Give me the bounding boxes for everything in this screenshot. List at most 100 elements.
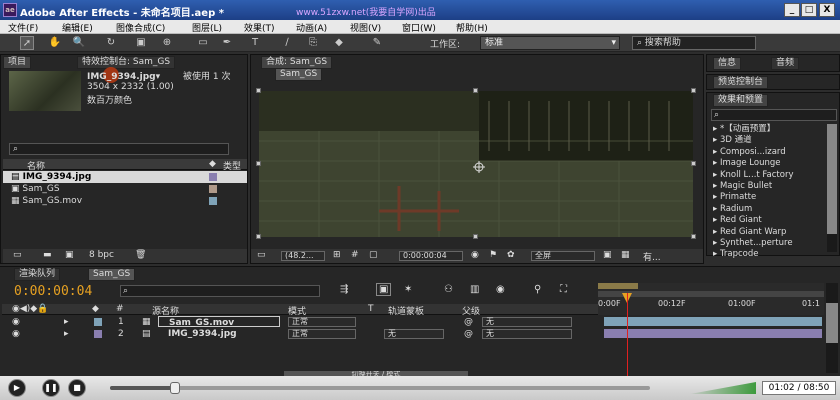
- current-time-indicator[interactable]: [627, 293, 628, 377]
- track-matte-select[interactable]: 无: [384, 329, 444, 339]
- tab-timeline-comp[interactable]: Sam_GS: [88, 268, 136, 281]
- preview-icon[interactable]: ▭: [257, 250, 266, 260]
- composition-viewer[interactable]: [259, 91, 693, 237]
- scrollbar-thumb[interactable]: [827, 124, 837, 234]
- layer-name[interactable]: Sam_GS.mov: [158, 316, 280, 328]
- mask-icon[interactable]: ▢: [369, 250, 378, 260]
- close-button[interactable]: X: [819, 3, 835, 17]
- resolution-select[interactable]: 全屏: [531, 251, 595, 261]
- time-ruler[interactable]: 0:00F 00:12F 01:00F 01:1: [598, 283, 824, 315]
- pause-button[interactable]: ❚❚: [42, 379, 60, 397]
- grid-icon[interactable]: #: [351, 250, 359, 260]
- current-time[interactable]: 0:00:00:04: [399, 251, 463, 261]
- label-swatch[interactable]: [94, 318, 102, 326]
- transform-handle[interactable]: [691, 234, 696, 239]
- tab-effect-controls[interactable]: 特效控制台: Sam_GS: [77, 56, 176, 69]
- effects-category[interactable]: ▸ Synthet...perture: [713, 238, 825, 249]
- transparency-grid-icon[interactable]: ▦: [621, 250, 630, 260]
- graph-editor-icon[interactable]: ⛶: [560, 284, 567, 295]
- transform-handle[interactable]: [473, 88, 478, 93]
- hide-shy-icon[interactable]: ⚇: [444, 284, 453, 295]
- menu-layer[interactable]: 图层(L): [192, 21, 222, 34]
- project-row-mov[interactable]: ▦ Sam_GS.mov: [3, 195, 247, 207]
- safe-zones-icon[interactable]: ⊞: [333, 250, 341, 260]
- menu-view[interactable]: 视图(V): [350, 21, 381, 34]
- interpret-footage-icon[interactable]: ▭: [13, 250, 22, 260]
- timeline-layer-row[interactable]: ◉ ▸ 1 ▦ Sam_GS.mov 正常 @ 无: [2, 316, 600, 328]
- zoom-select[interactable]: (48.2...: [281, 251, 325, 261]
- menu-animation[interactable]: 动画(A): [296, 21, 327, 34]
- effects-category[interactable]: ▸ 3D 通道: [713, 135, 825, 146]
- transform-handle[interactable]: [256, 161, 261, 166]
- timeline-search-input[interactable]: ⌕: [120, 285, 320, 297]
- pen-tool-icon[interactable]: ✒: [220, 36, 234, 50]
- hand-tool-icon[interactable]: ✋: [48, 36, 62, 50]
- pan-behind-tool-icon[interactable]: ⊕: [160, 36, 174, 50]
- seek-track[interactable]: [110, 382, 650, 394]
- transform-handle[interactable]: [691, 161, 696, 166]
- rotate-tool-icon[interactable]: ↻: [104, 36, 118, 50]
- menu-composition[interactable]: 图像合成(C): [116, 21, 165, 34]
- timeline-timecode[interactable]: 0:00:00:04: [14, 284, 92, 299]
- mode-select[interactable]: 正常: [288, 329, 356, 339]
- new-folder-icon[interactable]: ▬: [43, 250, 52, 260]
- search-help-input[interactable]: ⌕ 搜索帮助: [632, 36, 756, 50]
- tab-render-queue[interactable]: 渲染队列: [14, 268, 61, 281]
- text-tool-icon[interactable]: T: [248, 36, 262, 50]
- eraser-tool-icon[interactable]: ◆: [332, 36, 346, 50]
- frame-blending-icon[interactable]: ▥: [470, 284, 479, 295]
- effects-category[interactable]: ▸ Radium: [713, 204, 825, 215]
- project-row-comp[interactable]: ▣ Sam_GS: [3, 183, 247, 195]
- puppet-tool-icon[interactable]: ✎: [370, 36, 384, 50]
- clone-tool-icon[interactable]: ⎘: [306, 36, 320, 50]
- parent-pickwhip-icon[interactable]: @: [464, 328, 473, 340]
- region-icon[interactable]: ▣: [603, 250, 612, 260]
- tab-effects-presets[interactable]: 效果和预置: [713, 94, 769, 107]
- effects-category[interactable]: ▸ Knoll L...t Factory: [713, 170, 825, 181]
- label-swatch[interactable]: [94, 330, 102, 338]
- parent-pickwhip-icon[interactable]: @: [464, 316, 473, 328]
- effects-category[interactable]: ▸ Primatte: [713, 192, 825, 203]
- menu-effect[interactable]: 效果(T): [244, 21, 275, 34]
- maximize-button[interactable]: □: [801, 3, 817, 17]
- menu-file[interactable]: 文件(F): [8, 21, 38, 34]
- layer-name[interactable]: IMG_9394.jpg: [168, 328, 237, 340]
- project-row-img[interactable]: ▤ IMG_9394.jpg: [3, 171, 247, 183]
- trash-icon[interactable]: 🗑: [135, 250, 146, 260]
- channel-icon[interactable]: ✿: [507, 250, 515, 260]
- view-more[interactable]: 有...: [643, 250, 661, 263]
- timeline-layer-row[interactable]: ◉ ▸ 2 ▤ IMG_9394.jpg 正常 无 @ 无: [2, 328, 600, 340]
- minimize-button[interactable]: _: [784, 3, 800, 17]
- comp-mini-flowchart-icon[interactable]: ⇶: [340, 284, 348, 295]
- layer-bar[interactable]: [604, 317, 822, 326]
- volume-slider[interactable]: [690, 382, 756, 394]
- tab-project[interactable]: 项目: [3, 56, 32, 69]
- tab-preview[interactable]: 预览控制台: [713, 76, 769, 89]
- effects-category[interactable]: ▸ Trapcode: [713, 249, 825, 260]
- effects-category[interactable]: ▸ Red Giant: [713, 215, 825, 226]
- effects-search-input[interactable]: ⌕: [711, 109, 837, 121]
- play-button[interactable]: ▶: [8, 379, 26, 397]
- scrollbar-thumb[interactable]: [826, 303, 838, 343]
- tab-audio[interactable]: 音频: [771, 57, 800, 70]
- brainstorm-icon[interactable]: ⚲: [534, 284, 541, 295]
- seek-thumb[interactable]: [169, 382, 180, 394]
- bpc-label[interactable]: 8 bpc: [89, 250, 114, 260]
- menu-edit[interactable]: 编辑(E): [62, 21, 93, 34]
- zoom-tool-icon[interactable]: 🔍: [72, 36, 86, 50]
- expand-icon[interactable]: ▸: [64, 316, 69, 328]
- transform-handle[interactable]: [691, 88, 696, 93]
- transform-handle[interactable]: [256, 234, 261, 239]
- camera-tool-icon[interactable]: ▣: [134, 36, 148, 50]
- effects-category[interactable]: ▸ Composi...izard: [713, 147, 825, 158]
- expand-icon[interactable]: ▸: [64, 328, 69, 340]
- snapshot-icon[interactable]: ◉: [471, 250, 479, 260]
- effects-category[interactable]: ▸ Red Giant Warp: [713, 227, 825, 238]
- eye-icon[interactable]: ◉: [12, 316, 20, 328]
- motion-blur-icon[interactable]: ◉: [496, 284, 505, 295]
- effects-category[interactable]: ▸ Image Lounge: [713, 158, 825, 169]
- project-search-input[interactable]: ⌕: [9, 143, 229, 155]
- live-update-icon[interactable]: ▣: [376, 283, 392, 296]
- stop-button[interactable]: ■: [68, 379, 86, 397]
- workspace-select[interactable]: 标准 ▾: [480, 36, 620, 50]
